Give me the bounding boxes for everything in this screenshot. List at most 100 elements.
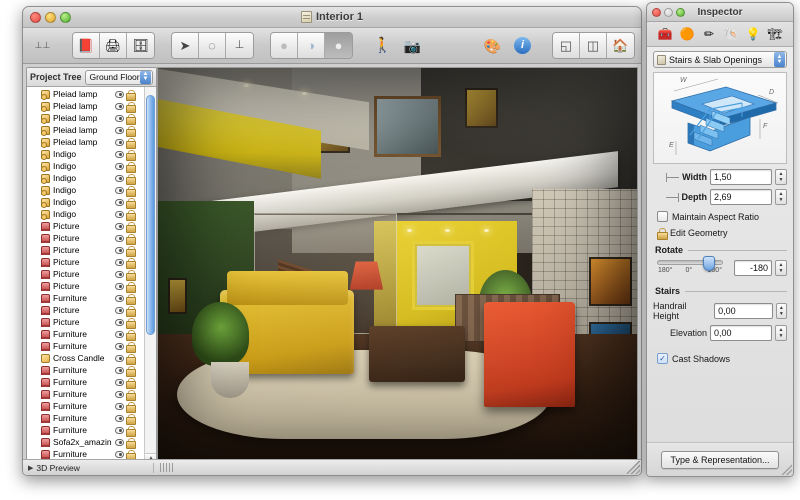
lock-icon[interactable]: [126, 341, 136, 353]
tree-scrollbar[interactable]: ▲ ▼: [144, 87, 156, 471]
tree-row[interactable]: Picture: [27, 316, 144, 329]
tree-row[interactable]: Indigo: [27, 172, 144, 185]
object-type-select[interactable]: Stairs & Slab Openings ▲ ▼: [653, 51, 787, 68]
rotate-slider-knob[interactable]: [702, 256, 715, 271]
tree-row[interactable]: Picture: [27, 232, 144, 245]
lock-icon[interactable]: [126, 365, 136, 377]
visibility-eye-icon[interactable]: [115, 246, 124, 254]
tree-row[interactable]: Pleiad lamp: [27, 100, 144, 113]
camera-tool-button[interactable]: 📷: [399, 33, 426, 58]
measure-distance-tool-button[interactable]: ⊥: [226, 33, 253, 58]
tree-row[interactable]: Furniture: [27, 388, 144, 401]
zoom-button[interactable]: [60, 11, 71, 23]
info-button[interactable]: i: [509, 33, 536, 58]
3d-viewport[interactable]: [157, 67, 638, 472]
tree-row[interactable]: Picture: [27, 220, 144, 233]
lock-icon[interactable]: [126, 353, 136, 365]
visibility-eye-icon[interactable]: [115, 186, 124, 194]
rotate-value-input[interactable]: -180: [734, 260, 772, 276]
tree-row[interactable]: Furniture: [27, 400, 144, 413]
split-view-button[interactable]: ◫: [580, 33, 607, 58]
inspector-titlebar[interactable]: Inspector: [647, 3, 793, 22]
lock-icon[interactable]: [126, 149, 136, 161]
rotate-stepper[interactable]: ▲ ▼: [775, 260, 787, 276]
depth-stepper[interactable]: ▲ ▼: [775, 189, 787, 205]
visibility-eye-icon[interactable]: [115, 342, 124, 350]
lock-icon[interactable]: [126, 389, 136, 401]
visibility-eye-icon[interactable]: [115, 306, 124, 314]
lock-icon[interactable]: [126, 281, 136, 293]
lock-icon[interactable]: [126, 101, 136, 113]
visibility-eye-icon[interactable]: [115, 222, 124, 230]
tree-row[interactable]: Picture: [27, 268, 144, 281]
realistic-view-button[interactable]: ●: [325, 33, 352, 58]
maintain-aspect-ratio-row[interactable]: Maintain Aspect Ratio: [657, 211, 787, 222]
tree-row[interactable]: Picture: [27, 244, 144, 257]
walkthrough-tool-button[interactable]: 🚶: [369, 33, 396, 58]
lock-icon[interactable]: [126, 197, 136, 209]
tree-row[interactable]: Pleiad lamp: [27, 112, 144, 125]
project-tree-list[interactable]: Pleiad lamp Pleiad lamp Pleiad lamp Pleiad …: [27, 87, 144, 471]
visibility-eye-icon[interactable]: [115, 402, 124, 410]
tree-row[interactable]: Furniture: [27, 364, 144, 377]
visibility-eye-icon[interactable]: [115, 378, 124, 386]
visibility-eye-icon[interactable]: [115, 270, 124, 278]
visibility-eye-icon[interactable]: [115, 102, 124, 110]
render-engine-button[interactable]: 🎨: [479, 33, 506, 58]
visibility-eye-icon[interactable]: [115, 282, 124, 290]
visibility-eye-icon[interactable]: [115, 450, 124, 458]
texture-tab[interactable]: 🐚: [721, 24, 741, 44]
visibility-eye-icon[interactable]: [115, 198, 124, 206]
handrail-height-stepper[interactable]: ▲ ▼: [775, 303, 787, 319]
visibility-eye-icon[interactable]: [115, 174, 124, 182]
lock-icon[interactable]: [126, 209, 136, 221]
elevation-stepper[interactable]: ▲ ▼: [775, 325, 787, 341]
lock-icon[interactable]: [126, 377, 136, 389]
lock-icon[interactable]: [126, 437, 136, 449]
width-stepper[interactable]: ▲ ▼: [775, 169, 787, 185]
tree-row[interactable]: Furniture: [27, 412, 144, 425]
cast-shadows-checkbox[interactable]: ✓: [657, 353, 668, 364]
lock-icon[interactable]: [126, 221, 136, 233]
rotate-slider-track[interactable]: [657, 256, 723, 271]
width-input[interactable]: 1,50: [710, 169, 772, 185]
lock-icon[interactable]: [126, 305, 136, 317]
visibility-eye-icon[interactable]: [115, 162, 124, 170]
tree-row[interactable]: Furniture: [27, 292, 144, 305]
visibility-eye-icon[interactable]: [115, 210, 124, 218]
material-tab[interactable]: 🟠: [677, 24, 697, 44]
tree-scrollbar-thumb[interactable]: [146, 95, 155, 335]
visibility-eye-icon[interactable]: [115, 354, 124, 362]
tree-row[interactable]: Picture: [27, 256, 144, 269]
tree-row[interactable]: Indigo: [27, 148, 144, 161]
3d-preview-toggle[interactable]: ▶ 3D Preview: [23, 462, 154, 473]
visibility-eye-icon[interactable]: [115, 90, 124, 98]
visibility-eye-icon[interactable]: [115, 294, 124, 302]
edit-tab[interactable]: ✏: [699, 24, 719, 44]
visibility-eye-icon[interactable]: [115, 126, 124, 134]
handrail-height-input[interactable]: 0,00: [714, 303, 773, 319]
type-and-representation-button[interactable]: Type & Representation...: [661, 450, 779, 469]
lock-icon[interactable]: [126, 185, 136, 197]
tree-row[interactable]: Indigo: [27, 160, 144, 173]
library-button[interactable]: 🗄: [127, 33, 154, 58]
lock-icon[interactable]: [126, 413, 136, 425]
lock-icon[interactable]: [126, 233, 136, 245]
lock-icon[interactable]: [126, 269, 136, 281]
scene-tab[interactable]: 🏗: [765, 24, 785, 44]
elevation-input[interactable]: 0,00: [710, 325, 772, 341]
tree-row[interactable]: Pleiad lamp: [27, 136, 144, 149]
cast-shadows-row[interactable]: ✓ Cast Shadows: [657, 353, 787, 364]
tree-row[interactable]: Furniture: [27, 328, 144, 341]
tree-row[interactable]: Furniture: [27, 376, 144, 389]
lock-icon[interactable]: [126, 293, 136, 305]
tree-row[interactable]: Picture: [27, 280, 144, 293]
visibility-eye-icon[interactable]: [115, 234, 124, 242]
visibility-eye-icon[interactable]: [115, 366, 124, 374]
3d-view-button[interactable]: 🏠: [607, 33, 634, 58]
object-tab[interactable]: 🧰: [655, 24, 675, 44]
visibility-eye-icon[interactable]: [115, 438, 124, 446]
maintain-aspect-ratio-checkbox[interactable]: [657, 211, 668, 222]
lock-icon[interactable]: [126, 425, 136, 437]
lock-icon[interactable]: [126, 161, 136, 173]
